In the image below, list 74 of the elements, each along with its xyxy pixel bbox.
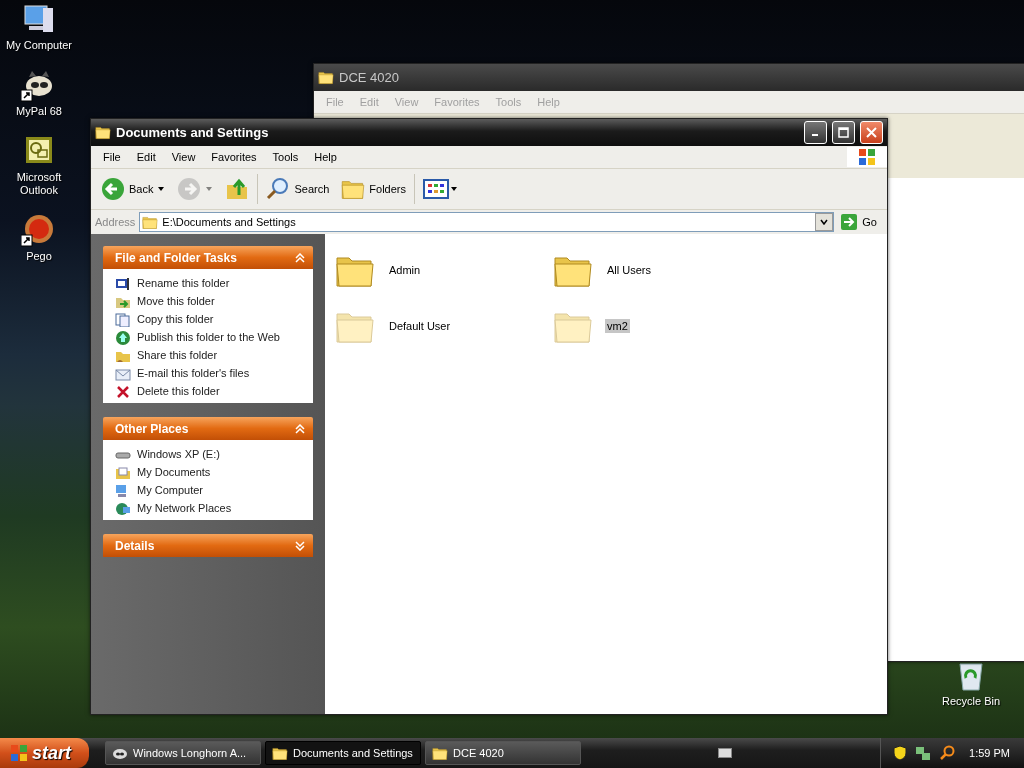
task-link[interactable]: My Network Places — [115, 502, 303, 516]
folder-icon — [432, 745, 448, 761]
folder-move-icon — [115, 295, 131, 309]
desktop-icon-label[interactable]: My Computer — [6, 39, 72, 52]
task-link[interactable]: Delete this folder — [115, 385, 303, 399]
menu-item[interactable]: Tools — [264, 151, 307, 163]
taskbar-button[interactable]: Documents and Settings — [265, 741, 421, 765]
search-icon — [266, 177, 291, 201]
windows-flag-icon — [847, 147, 887, 167]
menu-item[interactable]: Edit — [128, 151, 164, 163]
close-icon — [866, 127, 877, 138]
keyboard-icon[interactable] — [717, 748, 732, 758]
back-button[interactable]: Back — [97, 175, 170, 203]
clock: 1:59 PM — [969, 747, 1010, 759]
folder-icon — [272, 745, 288, 761]
search-button[interactable]: Search — [262, 175, 334, 203]
folder-icon — [142, 214, 159, 230]
envelope-icon — [115, 367, 131, 381]
network-icon — [115, 502, 131, 516]
task-link[interactable]: Copy this folder — [115, 313, 303, 327]
task-link[interactable]: Publish this folder to the Web — [115, 331, 303, 345]
task-link[interactable]: E-mail this folder's files — [115, 367, 303, 381]
windows-flag-icon — [10, 744, 28, 762]
shared-folder-icon — [115, 349, 131, 363]
maximize-icon — [838, 127, 849, 138]
globe-icon — [115, 331, 131, 345]
task-link[interactable]: Rename this folder — [115, 277, 303, 291]
copy-icon — [115, 313, 131, 327]
dropdown-button[interactable] — [815, 213, 834, 231]
go-button[interactable]: Go — [838, 213, 883, 231]
views-icon — [423, 178, 459, 200]
task-link[interactable]: Move this folder — [115, 295, 303, 309]
desktop-icon-label[interactable]: Recycle Bin — [941, 695, 1001, 708]
task-link[interactable]: My Documents — [115, 466, 303, 480]
desktop-icon-label[interactable]: MyPal 68 — [16, 105, 62, 118]
folders-button[interactable]: Folders — [337, 176, 410, 202]
shield-icon[interactable] — [893, 745, 907, 761]
maximize-button[interactable] — [832, 121, 855, 144]
rename-icon — [115, 277, 131, 291]
menu-item[interactable]: View — [163, 151, 204, 163]
caret-icon — [205, 186, 214, 192]
recycle-bin-icon[interactable] — [956, 660, 986, 692]
taskbar-button[interactable]: DCE 4020 — [425, 741, 581, 765]
caret-icon — [820, 219, 829, 225]
menu-item[interactable]: Help — [306, 151, 345, 163]
folder-icon — [318, 70, 334, 85]
task-link[interactable]: Share this folder — [115, 349, 303, 363]
task-link[interactable]: Windows XP (E:) — [115, 448, 303, 462]
minimize-button[interactable] — [804, 121, 827, 144]
folder-up-icon — [225, 177, 250, 201]
address-field[interactable]: E:\Documents and Settings — [139, 212, 835, 232]
menu-item[interactable]: Favorites — [203, 151, 265, 163]
menu-item[interactable]: File — [95, 151, 129, 163]
network-icon[interactable] — [915, 745, 931, 761]
search-icon[interactable] — [939, 745, 955, 761]
folder-name[interactable]: Default User — [387, 319, 453, 333]
start-button[interactable]: start — [0, 738, 89, 768]
folder-name[interactable]: Admin — [387, 263, 423, 277]
folder-name[interactable]: vm2 — [605, 319, 630, 333]
raccoon-icon — [112, 746, 128, 760]
documents-folder-icon — [115, 466, 131, 480]
folder-icon — [95, 125, 111, 140]
close-button[interactable] — [860, 121, 883, 144]
desktop-icon-label[interactable]: Microsoft Outlook — [0, 171, 78, 197]
caret-icon — [157, 186, 166, 192]
address-label: Address — [95, 216, 136, 228]
delete-x-icon — [115, 385, 131, 399]
window-title: Documents and Settings — [116, 125, 270, 140]
folders-icon — [341, 178, 366, 200]
taskbar-button[interactable]: Windows Longhorn A... — [105, 741, 261, 765]
folder-name[interactable]: All Users — [605, 263, 653, 277]
task-link[interactable]: My Computer — [115, 484, 303, 498]
desktop-icon-label[interactable]: Pego — [26, 250, 52, 263]
window-title: DCE 4020 — [339, 70, 400, 85]
